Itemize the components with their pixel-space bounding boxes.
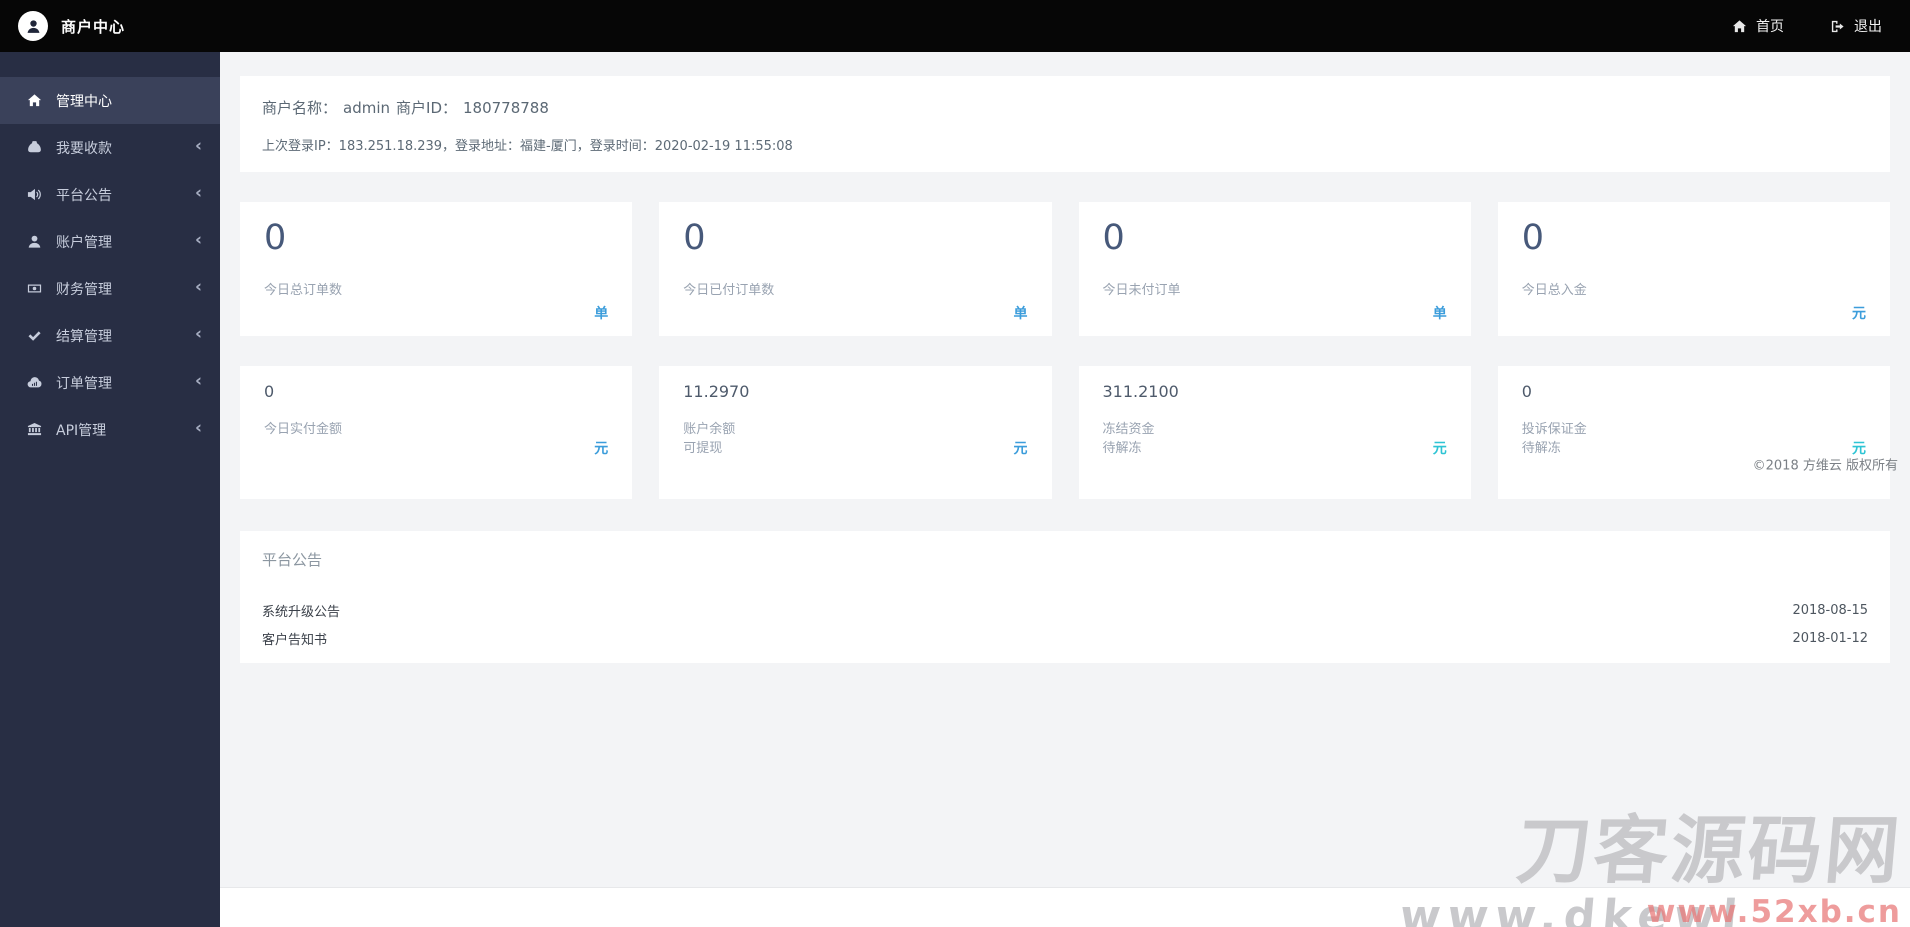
chevron-left-icon: ‹ xyxy=(194,418,202,438)
merchant-id-label: 商户ID： xyxy=(396,99,457,117)
last-login-info: 上次登录IP：183.251.18.239，登录地址：福建-厦门，登录时间：20… xyxy=(262,139,793,154)
sidebar-item-label: 财务管理 xyxy=(56,281,112,298)
stat-label: 账户余额 可提现 xyxy=(683,422,736,456)
sidebar-item-platform-announcements[interactable]: 平台公告 ‹ xyxy=(0,171,220,218)
stats-row-2: 0 今日实付金额 元 11.2970 账户余额 可提现 元 311.2100 冻… xyxy=(240,366,1890,499)
stat-card-frozen-funds: 311.2100 冻结资金 待解冻 元 xyxy=(1078,366,1471,499)
stat-card-total-income: 0 今日总入金 元 xyxy=(1497,202,1890,336)
user-icon xyxy=(27,19,39,33)
announcement-link[interactable]: 客户告知书 xyxy=(262,629,327,648)
bank-icon xyxy=(26,422,43,438)
announcements-title: 平台公告 xyxy=(262,551,323,569)
stat-unit: 元 xyxy=(1432,441,1447,457)
merchant-name-label: 商户名称： xyxy=(262,99,338,117)
cloud-icon xyxy=(26,375,43,391)
topnav: 首页 退出 xyxy=(1732,16,1910,36)
chevron-left-icon: ‹ xyxy=(194,230,202,250)
moneybag-icon xyxy=(26,140,43,156)
stat-label: 冻结资金 待解冻 xyxy=(1102,422,1155,456)
stat-unit: 元 xyxy=(594,441,609,457)
stat-value: 311.2100 xyxy=(1102,382,1179,401)
sidebar-item-account-management[interactable]: 账户管理 ‹ xyxy=(0,218,220,265)
stat-label: 今日已付订单数 xyxy=(683,283,775,298)
stat-value: 0 xyxy=(683,218,706,258)
home-icon xyxy=(26,93,43,109)
stat-unit: 元 xyxy=(1852,306,1866,322)
merchant-id: 180778788 xyxy=(463,99,549,117)
stat-value: 0 xyxy=(264,218,287,258)
chevron-left-icon: ‹ xyxy=(194,136,202,156)
stat-unit: 单 xyxy=(1432,306,1447,322)
copyright-text: ©2018 方维云 版权所有 xyxy=(1752,458,1898,473)
stat-card-total-orders: 0 今日总订单数 单 xyxy=(240,202,633,336)
stat-card-paid-amount: 0 今日实付金额 元 xyxy=(240,366,633,499)
sidebar-item-label: API管理 xyxy=(56,422,107,439)
stat-card-complaint-deposit: 0 投诉保证金 待解冻 元 xyxy=(1497,366,1890,499)
announcement-date: 2018-08-15 xyxy=(1792,602,1868,618)
stat-label: 今日未付订单 xyxy=(1102,283,1181,298)
stat-label: 今日实付金额 xyxy=(264,422,343,437)
chevron-left-icon: ‹ xyxy=(194,371,202,391)
topnav-home[interactable]: 首页 xyxy=(1732,16,1784,36)
stat-value: 0 xyxy=(264,382,275,401)
footer xyxy=(220,887,1910,927)
sidebar-item-label: 我要收款 xyxy=(56,140,112,157)
sidebar-item-settlement-management[interactable]: 结算管理 ‹ xyxy=(0,312,220,359)
stat-value: 11.2970 xyxy=(683,382,750,401)
stat-unit: 单 xyxy=(594,306,609,322)
sidebar: 管理中心 我要收款 ‹ 平台公告 ‹ 账户管理 ‹ 财务管理 ‹ 结算管理 ‹ … xyxy=(0,52,220,927)
stat-label: 今日总入金 xyxy=(1521,283,1587,298)
topnav-logout[interactable]: 退出 xyxy=(1830,16,1882,36)
stat-unit: 元 xyxy=(1013,441,1028,457)
stat-label: 投诉保证金 待解冻 xyxy=(1521,422,1587,456)
stat-unit: 单 xyxy=(1013,306,1028,322)
user-icon xyxy=(26,234,43,250)
stat-value: 0 xyxy=(1102,218,1125,258)
stat-value: 0 xyxy=(1521,218,1545,258)
merchant-dashboard: 商户中心 首页 退出 管理中心 我要收款 ‹ 平台公告 ‹ 账户管理 ‹ 财务管… xyxy=(0,0,1910,927)
sidebar-item-management-center[interactable]: 管理中心 xyxy=(0,77,220,124)
sidebar-item-label: 订单管理 xyxy=(56,375,112,392)
sidebar-item-collect-payment[interactable]: 我要收款 ‹ xyxy=(0,124,220,171)
chevron-left-icon: ‹ xyxy=(194,277,202,297)
sidebar-item-label: 平台公告 xyxy=(56,187,112,204)
sidebar-item-api-management[interactable]: API管理 ‹ xyxy=(0,406,220,453)
avatar xyxy=(18,11,48,41)
chevron-left-icon: ‹ xyxy=(194,324,202,344)
check-icon xyxy=(26,328,43,344)
announcement-row: 系统升级公告 2018-08-15 xyxy=(262,596,1868,624)
logout-icon xyxy=(1831,20,1844,32)
sidebar-menu: 管理中心 我要收款 ‹ 平台公告 ‹ 账户管理 ‹ 财务管理 ‹ 结算管理 ‹ … xyxy=(0,52,220,453)
merchant-summary: 商户名称： admin 商户ID： 180778788 xyxy=(262,97,1868,118)
sidebar-item-label: 账户管理 xyxy=(56,234,112,251)
topbar: 商户中心 首页 退出 xyxy=(0,0,1910,52)
volume-icon xyxy=(26,187,43,203)
bill-icon xyxy=(26,281,43,297)
sidebar-item-order-management[interactable]: 订单管理 ‹ xyxy=(0,359,220,406)
announcement-row: 客户告知书 2018-01-12 xyxy=(262,624,1868,652)
sidebar-item-finance-management[interactable]: 财务管理 ‹ xyxy=(0,265,220,312)
brand-title: 商户中心 xyxy=(61,17,126,36)
merchant-name: admin xyxy=(343,99,391,117)
stat-label: 今日总订单数 xyxy=(264,283,343,298)
home-icon xyxy=(1732,19,1747,32)
main-content: 商户名称： admin 商户ID： 180778788 上次登录IP：183.251.… xyxy=(220,52,1910,927)
stat-value: 0 xyxy=(1521,382,1532,401)
chevron-left-icon: ‹ xyxy=(194,183,202,203)
sidebar-item-label: 管理中心 xyxy=(56,93,112,110)
topnav-home-label: 首页 xyxy=(1756,19,1784,35)
announcement-link[interactable]: 系统升级公告 xyxy=(262,601,340,620)
stats-row-1: 0 今日总订单数 单 0 今日已付订单数 单 0 今日未付订单 单 0 今日总入… xyxy=(240,202,1890,336)
sidebar-item-label: 结算管理 xyxy=(56,328,112,345)
stat-card-paid-orders: 0 今日已付订单数 单 xyxy=(659,202,1052,336)
announcements-panel: 平台公告 系统升级公告 2018-08-15 客户告知书 2018-01-12 xyxy=(240,531,1890,663)
stat-card-account-balance: 11.2970 账户余额 可提现 元 xyxy=(659,366,1052,499)
merchant-info-card: 商户名称： admin 商户ID： 180778788 上次登录IP：183.251.… xyxy=(240,76,1890,172)
topnav-logout-label: 退出 xyxy=(1854,19,1882,35)
brand: 商户中心 xyxy=(0,11,125,41)
announcement-date: 2018-01-12 xyxy=(1792,630,1868,646)
stat-card-unpaid-orders: 0 今日未付订单 单 xyxy=(1078,202,1471,336)
